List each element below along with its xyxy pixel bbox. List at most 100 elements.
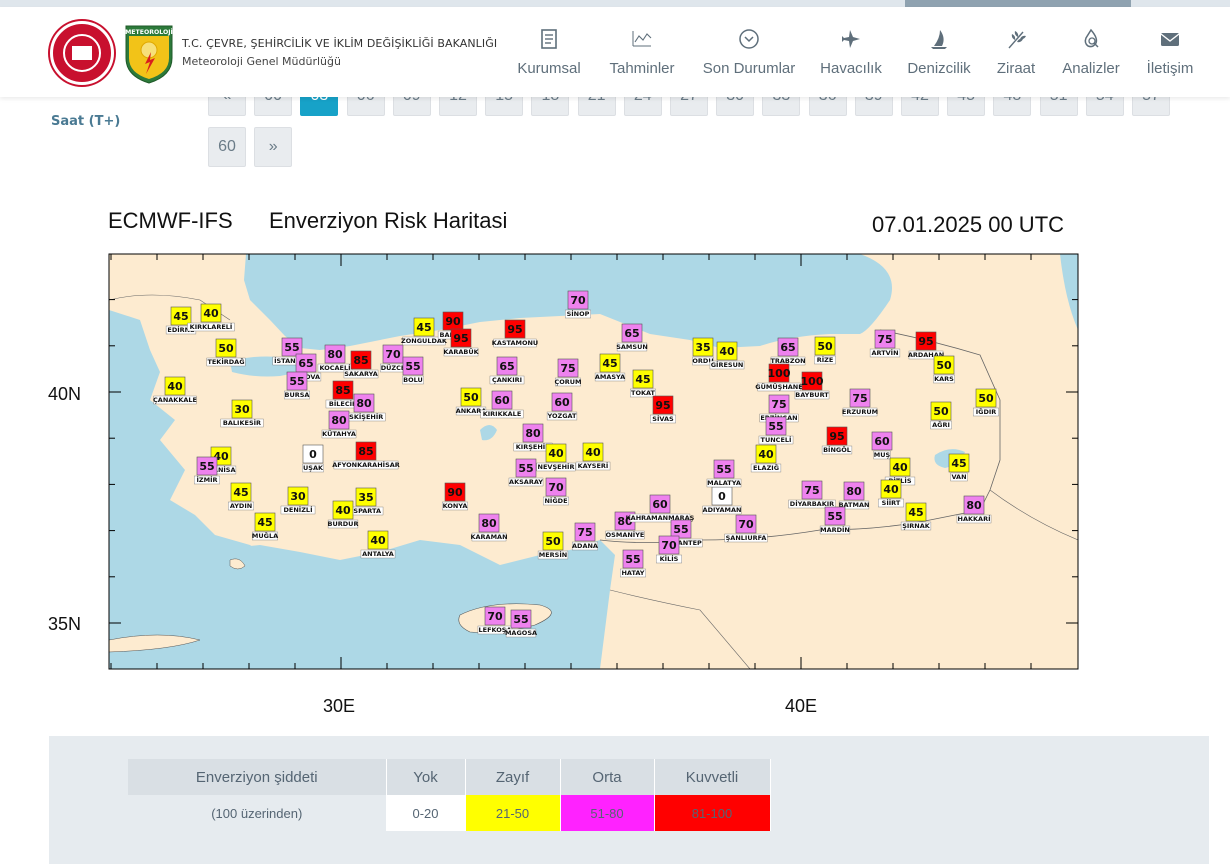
station-marker: 40 SİİRT [878, 479, 904, 508]
legend-scale-note: (100 üzerinden) [128, 795, 387, 831]
legend-header-orta: Orta [560, 759, 655, 795]
station-name: BURSA [285, 391, 310, 399]
nav-item-tahminler[interactable]: Tahminler [592, 27, 692, 77]
station-name: KÜTAHYA [322, 429, 356, 438]
station-name: SAMSUN [616, 343, 648, 351]
station-value: 0 [718, 490, 726, 503]
station-name: SAKARYA [344, 370, 378, 378]
station-name: SİİRT [882, 498, 901, 507]
station-name: BİLECİK [329, 399, 358, 408]
station-name: AKSARAY [509, 478, 543, 486]
nav-item-label: Son Durumlar [702, 60, 796, 77]
station-name: KIRIKKALE [483, 410, 522, 418]
station-name: HATAY [621, 569, 644, 577]
station-value: 40 [167, 380, 183, 393]
station-value: 95 [829, 430, 844, 443]
station-value: 40 [548, 447, 564, 460]
station-value: 40 [585, 446, 601, 459]
station-value: 100 [768, 367, 791, 380]
station-value: 55 [513, 613, 528, 626]
station-value: 90 [447, 486, 463, 499]
station-value: 60 [652, 498, 668, 511]
station-name: AFYONKARAHİSAR [332, 460, 400, 469]
station-name: ERZURUM [842, 408, 878, 416]
station-name: MERSİN [539, 550, 567, 559]
legend-value-row: (100 üzerinden) 0-20 21-50 51-80 81-100 [128, 795, 771, 831]
station-value: 35 [358, 491, 373, 504]
station-name: VAN [951, 473, 966, 481]
station-marker: 55 BOLU [402, 356, 424, 385]
station-name: MARDİN [820, 525, 850, 534]
station-value: 45 [635, 373, 650, 386]
station-value: 45 [233, 486, 248, 499]
station-name: SİVAS [652, 414, 674, 423]
nav-item-i-letişim[interactable]: İletişim [1120, 27, 1220, 77]
station-value: 60 [494, 394, 510, 407]
nav-item-label: Tahminler [609, 60, 675, 77]
station-name: ÇORUM [554, 378, 581, 386]
station-value: 70 [661, 539, 677, 552]
station-marker: 75 ÇORUM [554, 358, 582, 387]
station-value: 55 [625, 553, 640, 566]
station-value: 70 [487, 610, 503, 623]
station-marker: 50 IĞDIR [973, 388, 999, 417]
nav-item-havacılık[interactable]: Havacılık [801, 27, 901, 77]
station-value: 40 [719, 345, 735, 358]
station-value: 40 [203, 307, 219, 320]
station-name: ADANA [572, 542, 598, 550]
station-value: 80 [356, 397, 372, 410]
station-value: 80 [331, 414, 347, 427]
station-name: MUŞ [874, 451, 891, 459]
station-name: AYDIN [230, 502, 252, 510]
station-name: KARABÜK [443, 347, 479, 356]
station-value: 85 [353, 354, 368, 367]
station-marker: 70 KİLİS [656, 535, 682, 564]
station-value: 80 [846, 485, 862, 498]
legend-header-yok: Yok [386, 759, 466, 795]
station-value: 95 [655, 399, 670, 412]
nav-item-label: Havacılık [820, 60, 882, 77]
inversion-risk-map: 40N 35N 30E 40E 45EDİRNE40KIRKLARELİ50TE… [48, 253, 1079, 716]
lat-label-35n: 35N [48, 614, 81, 634]
station-value: 55 [518, 462, 533, 475]
legend-header-kuvvetli: Kuvvetli [654, 759, 771, 795]
station-name: ARTVİN [871, 348, 898, 357]
station-value: 45 [951, 457, 966, 470]
station-name: TUNCELİ [761, 435, 792, 444]
station-marker: 50 AĞRI [930, 401, 952, 430]
station-value: 30 [290, 490, 306, 503]
station-value: 40 [758, 448, 774, 461]
station-name: ÇANKIRI [492, 376, 522, 384]
chevron-circle-icon [699, 27, 799, 51]
station-value: 75 [852, 392, 867, 405]
station-value: 70 [385, 348, 401, 361]
nav-item-son-durumlar[interactable]: Son Durumlar [699, 27, 799, 77]
station-name: DİYARBAKIR [790, 499, 834, 508]
station-value: 35 [695, 341, 710, 354]
station-value: 40 [370, 534, 386, 547]
station-name: AĞRI [932, 420, 950, 429]
station-value: 50 [817, 340, 833, 353]
document-icon [499, 27, 599, 51]
station-name: GİRESUN [711, 360, 744, 369]
nav-item-kurumsal[interactable]: Kurumsal [499, 27, 599, 77]
station-value: 70 [570, 294, 586, 307]
station-name: YOZGAT [546, 412, 577, 420]
station-name: GÜMÜŞHANE [755, 382, 802, 391]
station-name: ELAZIĞ [753, 463, 779, 472]
station-name: RİZE [817, 355, 834, 364]
station-marker: 90 KONYA [442, 482, 468, 511]
station-value: 70 [738, 518, 754, 531]
main-nav: Kurumsal Tahminler Son Durumlar Havacılık De… [0, 27, 1230, 87]
station-name: NEVŞEHİR [538, 462, 575, 471]
station-name: DÜZCE [381, 363, 406, 372]
legend-header-row: Enverziyon şiddeti Yok Zayıf Orta Kuvvet… [128, 759, 771, 795]
mediterranean-sea [109, 540, 615, 669]
station-name: NİĞDE [544, 496, 567, 505]
station-value: 55 [673, 523, 688, 536]
station-value: 55 [827, 510, 842, 523]
station-value: 75 [877, 333, 892, 346]
airplane-icon [801, 27, 901, 51]
station-marker: 50 KARS [933, 355, 955, 384]
site-header: METEOROLOJİ T.C. ÇEVRE, ŞEHİRCİLİK VE İK… [0, 7, 1230, 97]
